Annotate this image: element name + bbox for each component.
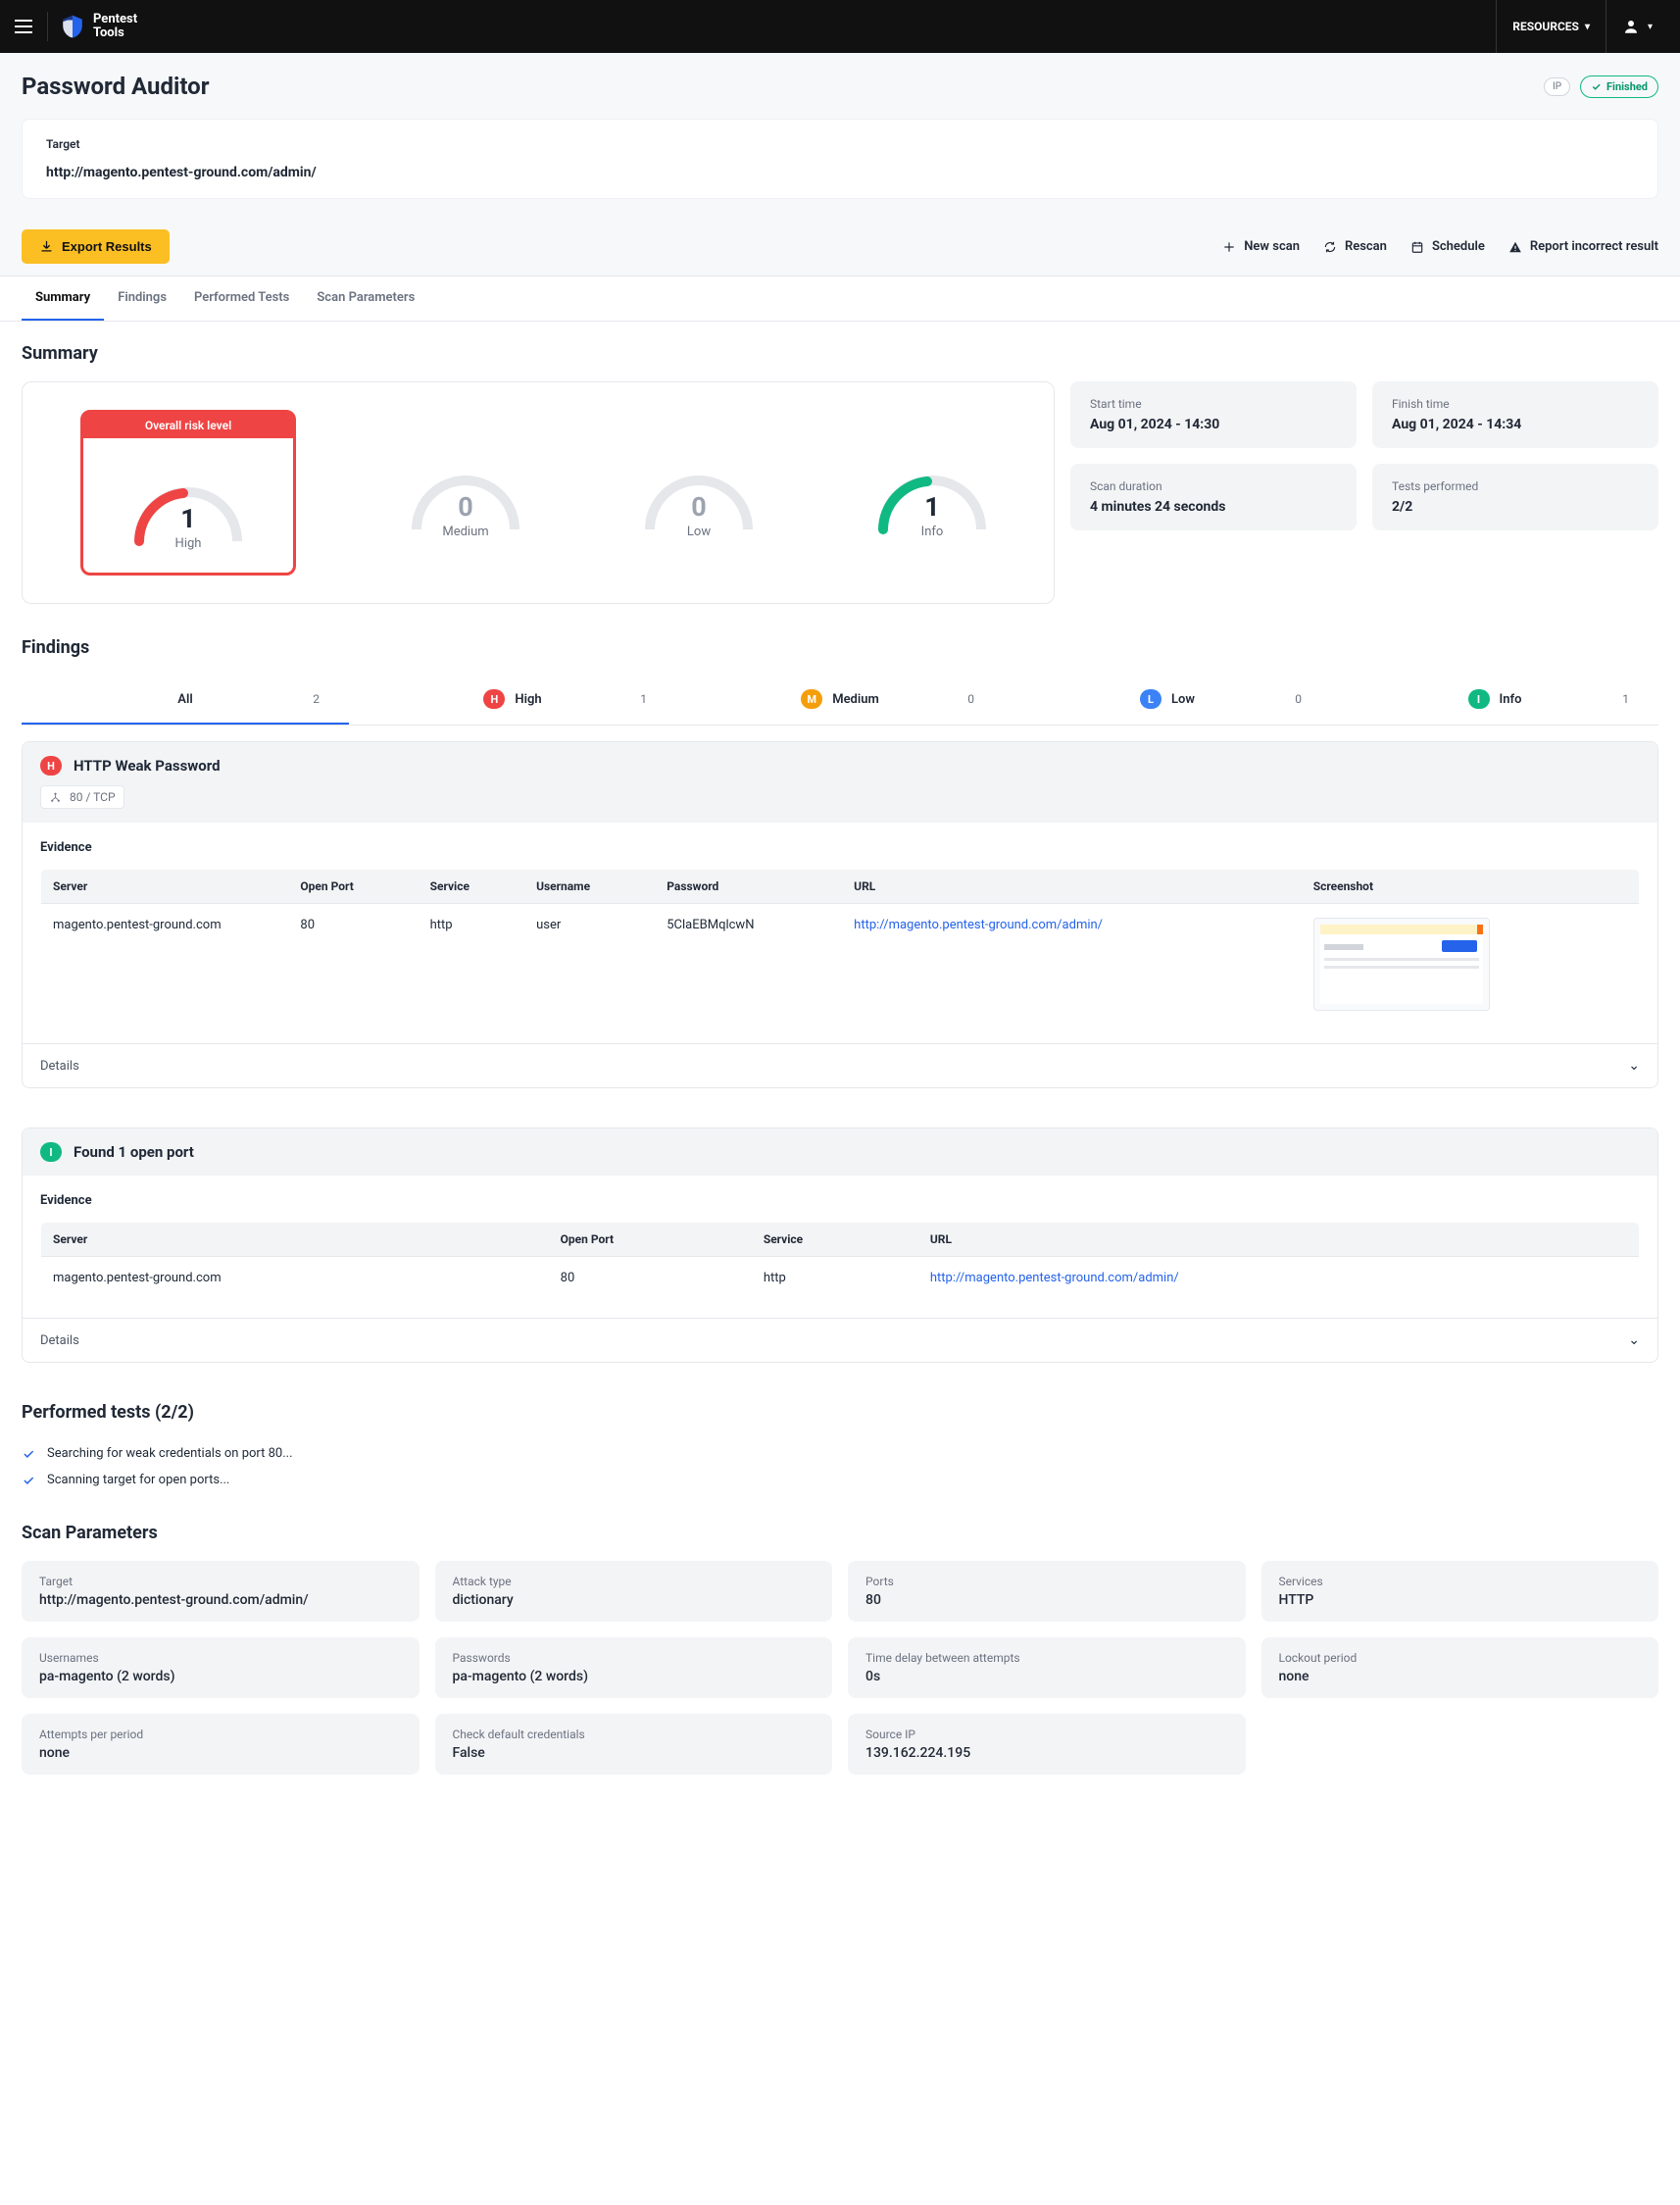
medium-badge: M xyxy=(801,689,822,709)
logo-text: PentestTools xyxy=(93,13,137,41)
user-icon xyxy=(1622,18,1640,35)
high-badge: H xyxy=(483,689,505,709)
calendar-icon xyxy=(1410,240,1424,254)
warning-icon xyxy=(1508,240,1522,254)
new-scan-button[interactable]: New scan xyxy=(1222,239,1300,254)
evidence-table: Server Open Port Service Username Passwo… xyxy=(40,869,1640,1026)
check-icon xyxy=(22,1474,35,1487)
table-row: magento.pentest-ground.com 80 http user … xyxy=(41,904,1640,1026)
export-button[interactable]: Export Results xyxy=(22,229,170,264)
tab-summary[interactable]: Summary xyxy=(22,276,104,321)
topbar: PentestTools RESOURCES ▾ ▾ xyxy=(0,0,1680,53)
tab-findings[interactable]: Findings xyxy=(104,276,180,321)
tests-performed-card: Tests performed 2/2 xyxy=(1372,464,1658,530)
gauge-info: 1 Info xyxy=(868,446,996,539)
finding-title: Found 1 open port xyxy=(74,1143,194,1161)
ip-badge: IP xyxy=(1544,77,1570,96)
evidence-table: Server Open Port Service URL magento.pen… xyxy=(40,1222,1640,1300)
evidence-label: Evidence xyxy=(40,1193,1640,1208)
check-icon xyxy=(1591,81,1602,92)
performed-tests-list: Searching for weak credentials on port 8… xyxy=(22,1440,1658,1493)
param-card: Source IP139.162.224.195 xyxy=(848,1714,1246,1775)
param-card: Ports80 xyxy=(848,1561,1246,1622)
target-value: http://magento.pentest-ground.com/admin/ xyxy=(46,165,1634,180)
param-card: Passwordspa-magento (2 words) xyxy=(435,1637,833,1698)
chevron-down-icon: ▾ xyxy=(1585,22,1590,32)
list-item: Searching for weak credentials on port 8… xyxy=(22,1440,1658,1467)
param-card: Attack typedictionary xyxy=(435,1561,833,1622)
duration-card: Scan duration 4 minutes 24 seconds xyxy=(1070,464,1357,530)
menu-icon[interactable] xyxy=(12,15,35,38)
evidence-url-link[interactable]: http://magento.pentest-ground.com/admin/ xyxy=(930,1271,1179,1285)
screenshot-thumbnail[interactable] xyxy=(1313,918,1490,1011)
list-item: Scanning target for open ports... xyxy=(22,1467,1658,1493)
page-title: Password Auditor xyxy=(22,73,210,100)
page-header: Password Auditor IP Finished xyxy=(0,53,1680,100)
resources-menu[interactable]: RESOURCES ▾ xyxy=(1496,0,1606,53)
tab-params[interactable]: Scan Parameters xyxy=(303,276,428,321)
findings-tab-high[interactable]: H High 1 xyxy=(349,676,676,725)
findings-tab-medium[interactable]: M Medium 0 xyxy=(676,676,1004,725)
param-card: Attempts per periodnone xyxy=(22,1714,420,1775)
gauge-high: 1 High xyxy=(124,458,252,551)
low-badge: L xyxy=(1140,689,1161,709)
main-tabs: Summary Findings Performed Tests Scan Pa… xyxy=(0,276,1680,322)
info-badge: I xyxy=(1468,689,1490,709)
status-badge: Finished xyxy=(1580,75,1658,98)
action-bar: Export Results New scan Rescan Schedule … xyxy=(0,218,1680,276)
divider xyxy=(47,12,48,41)
user-menu[interactable]: ▾ xyxy=(1606,0,1668,53)
params-grid: Targethttp://magento.pentest-ground.com/… xyxy=(22,1561,1658,1775)
start-time-card: Start time Aug 01, 2024 - 14:30 xyxy=(1070,381,1357,448)
check-icon xyxy=(22,1447,35,1461)
logo[interactable]: PentestTools xyxy=(60,13,137,41)
findings-title: Findings xyxy=(22,637,1658,658)
findings-tab-info[interactable]: I Info 1 xyxy=(1331,676,1658,725)
params-title: Scan Parameters xyxy=(22,1523,1658,1543)
overall-risk-header: Overall risk level xyxy=(83,413,293,438)
plus-icon xyxy=(1222,240,1236,254)
gauge-panel: Overall risk level 1 High 0 Medium 0 Low… xyxy=(22,381,1055,604)
table-row: magento.pentest-ground.com 80 http http:… xyxy=(41,1257,1640,1300)
findings-tab-low[interactable]: L Low 0 xyxy=(1004,676,1331,725)
target-label: Target xyxy=(46,137,1634,151)
download-icon xyxy=(39,239,54,254)
param-card: Usernamespa-magento (2 words) xyxy=(22,1637,420,1698)
finding-card-1: H HTTP Weak Password 80 / TCP Evidence S… xyxy=(22,741,1658,1088)
summary-title: Summary xyxy=(22,343,1658,364)
refresh-icon xyxy=(1323,240,1337,254)
severity-badge: I xyxy=(40,1142,62,1162)
findings-tabs: All 2 H High 1 M Medium 0 L Low 0 I Info… xyxy=(22,676,1658,726)
chevron-down-icon: ▾ xyxy=(1648,22,1653,32)
performed-tests-title: Performed tests (2/2) xyxy=(22,1402,1658,1423)
network-icon xyxy=(49,791,62,804)
finding-title: HTTP Weak Password xyxy=(74,757,221,775)
rescan-button[interactable]: Rescan xyxy=(1323,239,1387,254)
severity-badge: H xyxy=(40,756,62,776)
report-button[interactable]: Report incorrect result xyxy=(1508,239,1658,254)
shield-icon xyxy=(60,14,85,39)
chevron-down-icon: ⌄ xyxy=(1628,1332,1640,1348)
param-card: Time delay between attempts0s xyxy=(848,1637,1246,1698)
port-badge: 80 / TCP xyxy=(40,785,124,809)
tab-performed[interactable]: Performed Tests xyxy=(180,276,303,321)
chevron-down-icon: ⌄ xyxy=(1628,1058,1640,1074)
param-card: Lockout periodnone xyxy=(1261,1637,1659,1698)
target-panel: Target http://magento.pentest-ground.com… xyxy=(22,119,1658,199)
details-toggle[interactable]: Details ⌄ xyxy=(23,1043,1657,1087)
schedule-button[interactable]: Schedule xyxy=(1410,239,1485,254)
finding-card-2: I Found 1 open port Evidence Server Open… xyxy=(22,1128,1658,1363)
evidence-url-link[interactable]: http://magento.pentest-ground.com/admin/ xyxy=(854,918,1103,932)
finish-time-card: Finish time Aug 01, 2024 - 14:34 xyxy=(1372,381,1658,448)
param-card: ServicesHTTP xyxy=(1261,1561,1659,1622)
overall-risk-box: Overall risk level 1 High xyxy=(80,410,296,576)
findings-tab-all[interactable]: All 2 xyxy=(22,676,349,725)
details-toggle[interactable]: Details ⌄ xyxy=(23,1318,1657,1362)
gauge-low: 0 Low xyxy=(635,446,763,539)
evidence-label: Evidence xyxy=(40,840,1640,855)
gauge-medium: 0 Medium xyxy=(402,446,529,539)
param-card: Targethttp://magento.pentest-ground.com/… xyxy=(22,1561,420,1622)
param-card: Check default credentialsFalse xyxy=(435,1714,833,1775)
